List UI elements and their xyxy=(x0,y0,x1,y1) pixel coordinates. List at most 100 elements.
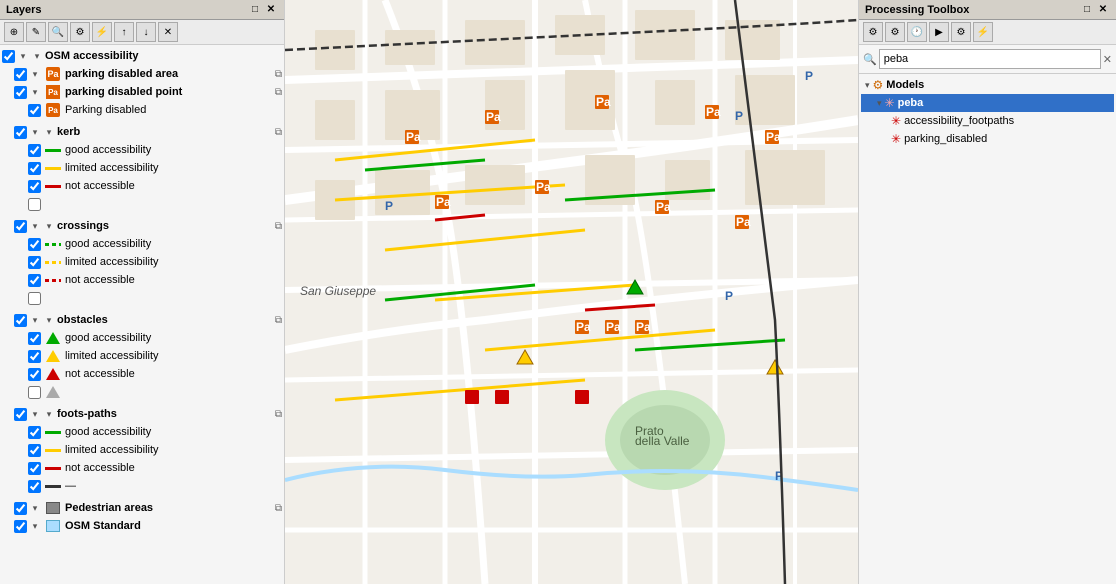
cb-obs-good[interactable] xyxy=(28,332,41,345)
proc-run-btn[interactable]: ▶ xyxy=(929,22,949,42)
layer-parking-point[interactable]: ▾ Pa parking disabled point ⧉ xyxy=(0,83,284,101)
cb-obs-not[interactable] xyxy=(28,368,41,381)
cb-foots-paths[interactable] xyxy=(14,408,27,421)
copy-foots-paths-icon[interactable]: ⧉ xyxy=(275,409,282,420)
layer-obs-not[interactable]: not accessible xyxy=(0,365,284,383)
expand2-osm-accessibility[interactable]: ▾ xyxy=(31,50,43,62)
expand-kerb[interactable]: ▾ xyxy=(29,126,41,138)
layer-fp-good[interactable]: good accessibility xyxy=(0,423,284,441)
move-down-btn[interactable]: ↓ xyxy=(136,22,156,42)
edit-layer-btn[interactable]: ✎ xyxy=(26,22,46,42)
expand-obstacles[interactable]: ▾ xyxy=(29,314,41,326)
layer-cross-limited[interactable]: limited accessibility xyxy=(0,253,284,271)
cb-parking-point[interactable] xyxy=(14,86,27,99)
layer-fp-limited[interactable]: limited accessibility xyxy=(0,441,284,459)
expand-osm-standard[interactable]: ▾ xyxy=(29,520,41,532)
cb-parking-disabled[interactable] xyxy=(28,104,41,117)
copy-obstacles-icon[interactable]: ⧉ xyxy=(275,315,282,326)
expand-parking-point[interactable]: ▾ xyxy=(29,86,41,98)
layer-cross-not[interactable]: not accessible xyxy=(0,271,284,289)
expand-osm-accessibility[interactable]: ▾ xyxy=(17,50,29,62)
cb-obs-blank[interactable] xyxy=(28,386,41,399)
proc-item-footpaths[interactable]: ✳ accessibility_footpaths xyxy=(861,112,1114,130)
cb-osm-standard[interactable] xyxy=(14,520,27,533)
cb-osm-accessibility[interactable] xyxy=(2,50,15,63)
layer-obs-blank[interactable] xyxy=(0,383,284,401)
cb-kerb-good[interactable] xyxy=(28,144,41,157)
proc-lightning-btn[interactable]: ⚡ xyxy=(973,22,993,42)
layer-fp-dash[interactable]: — xyxy=(0,477,284,495)
processing-minimize-icon[interactable]: □ xyxy=(1080,3,1094,17)
layer-parking-disabled[interactable]: Pa Parking disabled xyxy=(0,101,284,119)
layers-close-icon[interactable]: ✕ xyxy=(264,3,278,17)
processing-close-icon[interactable]: ✕ xyxy=(1096,3,1110,17)
cb-kerb-limited[interactable] xyxy=(28,162,41,175)
proc-options-btn[interactable]: ⚙ xyxy=(951,22,971,42)
cb-fp-good[interactable] xyxy=(28,426,41,439)
cb-obs-limited[interactable] xyxy=(28,350,41,363)
copy-parking-point-icon[interactable]: ⧉ xyxy=(275,87,282,98)
cb-pedestrian[interactable] xyxy=(14,502,27,515)
layer-obstacles[interactable]: ▾ ▾ obstacles ⧉ xyxy=(0,311,284,329)
proc-item-parking-model[interactable]: ✳ parking_disabled xyxy=(861,130,1114,148)
expand-pedestrian[interactable]: ▾ xyxy=(29,502,41,514)
layer-cross-blank[interactable] xyxy=(0,289,284,307)
proc-gear2-btn[interactable]: ⚙ xyxy=(885,22,905,42)
layer-kerb[interactable]: ▾ ▾ kerb ⧉ xyxy=(0,123,284,141)
layer-parking-area[interactable]: ▾ Pa parking disabled area ⧉ xyxy=(0,65,284,83)
filter-btn[interactable]: 🔍 xyxy=(48,22,68,42)
expand-parking-area[interactable]: ▾ xyxy=(29,68,41,80)
cb-parking-area[interactable] xyxy=(14,68,27,81)
cb-kerb-blank[interactable] xyxy=(28,198,41,211)
layer-foots-paths[interactable]: ▾ ▾ foots-paths ⧉ xyxy=(0,405,284,423)
layer-osm-accessibility[interactable]: ▾ ▾ OSM accessibility xyxy=(0,47,284,65)
sym-kerb-good xyxy=(45,144,61,156)
proc-item-models[interactable]: ▾ ⚙ Models xyxy=(861,76,1114,94)
remove-btn[interactable]: ✕ xyxy=(158,22,178,42)
settings-btn[interactable]: ⚙ xyxy=(70,22,90,42)
cb-fp-limited[interactable] xyxy=(28,444,41,457)
expand2-kerb[interactable]: ▾ xyxy=(43,126,55,138)
layer-kerb-limited[interactable]: limited accessibility xyxy=(0,159,284,177)
add-layer-btn[interactable]: ⊕ xyxy=(4,22,24,42)
expand-foots-paths[interactable]: ▾ xyxy=(29,408,41,420)
expand2-obstacles[interactable]: ▾ xyxy=(43,314,55,326)
cb-cross-blank[interactable] xyxy=(28,292,41,305)
cb-crossings[interactable] xyxy=(14,220,27,233)
layer-cross-good[interactable]: good accessibility xyxy=(0,235,284,253)
cb-cross-not[interactable] xyxy=(28,274,41,287)
layer-obs-good[interactable]: good accessibility xyxy=(0,329,284,347)
layer-crossings[interactable]: ▾ ▾ crossings ⧉ xyxy=(0,217,284,235)
cb-obstacles[interactable] xyxy=(14,314,27,327)
layer-kerb-good[interactable]: good accessibility xyxy=(0,141,284,159)
copy-kerb-icon[interactable]: ⧉ xyxy=(275,127,282,138)
expand-crossings[interactable]: ▾ xyxy=(29,220,41,232)
layer-obs-limited[interactable]: limited accessibility xyxy=(0,347,284,365)
expand2-foots-paths[interactable]: ▾ xyxy=(43,408,55,420)
layers-minimize-icon[interactable]: □ xyxy=(248,3,262,17)
layer-pedestrian[interactable]: ▾ Pedestrian areas ⧉ xyxy=(0,499,284,517)
proc-settings-btn[interactable]: ⚙ xyxy=(863,22,883,42)
map-area[interactable]: Prato della Valle Pa Pa Pa Pa Pa Pa Pa xyxy=(285,0,858,584)
layer-fp-not[interactable]: not accessible xyxy=(0,459,284,477)
search-clear-btn[interactable]: ✕ xyxy=(1103,53,1112,66)
cb-kerb[interactable] xyxy=(14,126,27,139)
proc-item-peba[interactable]: ▾ ✳ peba xyxy=(861,94,1114,112)
cb-fp-not[interactable] xyxy=(28,462,41,475)
copy-parking-area-icon[interactable]: ⧉ xyxy=(275,69,282,80)
effects-btn[interactable]: ⚡ xyxy=(92,22,112,42)
layer-osm-standard[interactable]: ▾ OSM Standard xyxy=(0,517,284,535)
cb-cross-good[interactable] xyxy=(28,238,41,251)
copy-pedestrian-icon[interactable]: ⧉ xyxy=(275,503,282,514)
layer-kerb-not[interactable]: not accessible xyxy=(0,177,284,195)
cb-cross-limited[interactable] xyxy=(28,256,41,269)
proc-history-btn[interactable]: 🕐 xyxy=(907,22,927,42)
search-input[interactable] xyxy=(879,49,1101,69)
tri-outline-sym xyxy=(46,386,60,398)
cb-kerb-not[interactable] xyxy=(28,180,41,193)
move-up-btn[interactable]: ↑ xyxy=(114,22,134,42)
layer-kerb-blank[interactable] xyxy=(0,195,284,213)
cb-fp-dash[interactable] xyxy=(28,480,41,493)
copy-crossings-icon[interactable]: ⧉ xyxy=(275,221,282,232)
expand2-crossings[interactable]: ▾ xyxy=(43,220,55,232)
